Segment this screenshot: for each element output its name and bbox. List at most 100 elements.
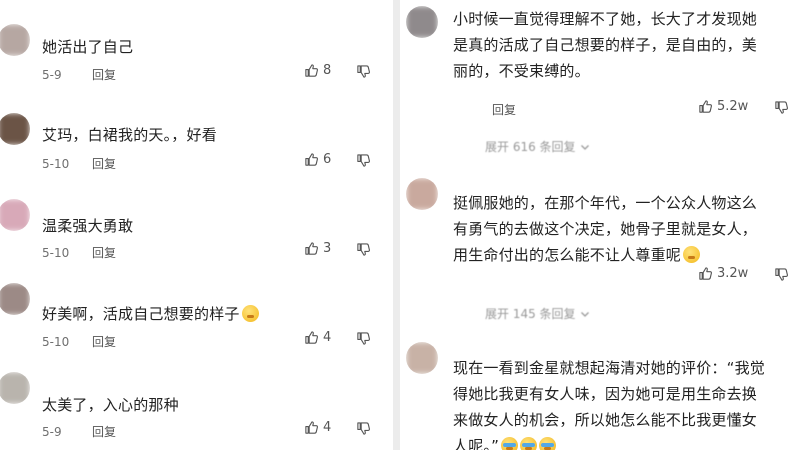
comment-meta: 5-9 回复: [42, 66, 116, 83]
reply-button[interactable]: 回复: [92, 155, 116, 172]
comment-meta: 5-10 回复: [42, 155, 116, 172]
thumbs-down-icon: [357, 154, 371, 167]
comment-line: 来做女人的机会，所以她怎么能不比我更懂女: [453, 411, 758, 429]
thumbs-down-icon: [357, 243, 371, 256]
emoji-icon: [501, 437, 519, 450]
thumbs-down-icon: [357, 332, 371, 345]
thumbs-down-icon: [775, 101, 789, 114]
reply-button[interactable]: 回复: [92, 423, 116, 440]
comment-meta: 回复: [492, 101, 516, 118]
like-count: 4: [323, 420, 332, 435]
reply-button[interactable]: 回复: [92, 66, 116, 83]
reply-button[interactable]: 回复: [92, 244, 116, 261]
dislike-button[interactable]: [356, 421, 371, 436]
comment-text: 现在一看到金星就想起海清对她的评价：“我觉 得她比我更有女人味，因为她可是用生命…: [453, 355, 765, 450]
reply-button[interactable]: 回复: [92, 333, 116, 350]
comment-text: 挺佩服她的，在那个年代，一个公众人物这么 有勇气的去做这个决定，她骨子里就是女人…: [453, 190, 757, 268]
avatar[interactable]: [0, 372, 30, 404]
dislike-button[interactable]: [356, 242, 371, 257]
avatar-image: [406, 178, 438, 210]
dislike-button[interactable]: [356, 153, 371, 168]
avatar-image: [0, 372, 30, 404]
like-button[interactable]: 4: [304, 330, 331, 345]
avatar[interactable]: [406, 178, 438, 210]
comment-date: 5-9: [42, 67, 62, 82]
like-button[interactable]: 3.2w: [698, 266, 748, 281]
emoji-icon: [683, 246, 701, 263]
comment-text: 艾玛，白裙我的天。，好看: [42, 126, 217, 144]
comment-line: 现在一看到金星就想起海清对她的评价：“我觉: [453, 359, 765, 377]
expand-replies-label: 展开 616 条回复: [485, 140, 576, 154]
comment-line-text: 人呢。”: [453, 437, 500, 450]
comment-panel-right: 小时候一直觉得理解不了她，长大了才发现她 是真的活成了自己想要的样子，是自由的，…: [400, 0, 800, 450]
comment-date: 5-9: [42, 424, 62, 439]
comment-line: 是真的活成了自己想要的样子，是自由的，美: [453, 36, 758, 54]
like-button[interactable]: 6: [304, 152, 331, 167]
comment-line: 有勇气的去做这个决定，她骨子里就是女人，: [453, 220, 758, 238]
dislike-button[interactable]: [356, 331, 371, 346]
thumbs-up-icon: [699, 267, 713, 280]
avatar[interactable]: [406, 342, 438, 374]
thumbs-down-icon: [357, 65, 371, 78]
like-button[interactable]: 8: [304, 63, 331, 78]
comment-panel-left: 她活出了自己 5-9 回复 8 艾玛，白裙我的天。，好看 5-10 回复 6 温…: [0, 0, 393, 450]
expand-replies-button[interactable]: 展开 616 条回复: [485, 138, 590, 155]
like-count: 3: [323, 241, 332, 256]
comment-text: 小时候一直觉得理解不了她，长大了才发现她 是真的活成了自己想要的样子，是自由的，…: [453, 6, 757, 84]
emoji-icon: [539, 437, 557, 450]
comment-meta: 5-10 回复: [42, 244, 116, 261]
avatar-image: [0, 24, 30, 56]
avatar[interactable]: [0, 283, 30, 315]
avatar[interactable]: [406, 6, 438, 38]
chevron-down-icon: [580, 311, 589, 317]
panel-divider: [393, 0, 400, 450]
avatar[interactable]: [0, 113, 30, 145]
expand-replies-label: 展开 145 条回复: [485, 307, 576, 321]
like-count: 8: [323, 63, 332, 78]
chevron-down-icon: [580, 144, 589, 150]
dislike-button[interactable]: [774, 100, 789, 115]
comment-line: 丽的，不受束缚的。: [453, 62, 590, 80]
thumbs-down-icon: [775, 268, 789, 281]
thumbs-up-icon: [305, 64, 319, 77]
comment-line: 小时候一直觉得理解不了她，长大了才发现她: [453, 10, 758, 28]
like-button[interactable]: 3: [304, 241, 331, 256]
expand-replies-button[interactable]: 展开 145 条回复: [485, 305, 590, 322]
reply-button[interactable]: 回复: [492, 101, 516, 118]
thumbs-up-icon: [305, 153, 319, 166]
dislike-button[interactable]: [356, 64, 371, 79]
like-count: 5.2w: [717, 99, 749, 114]
like-button[interactable]: 5.2w: [698, 99, 748, 114]
like-count: 4: [323, 330, 332, 345]
comment-line: 用生命付出的怎么能不让人尊重呢: [453, 242, 757, 268]
avatar-image: [406, 6, 438, 38]
comment-line: 挺佩服她的，在那个年代，一个公众人物这么: [453, 194, 758, 212]
comment-meta: 5-9 回复: [42, 423, 116, 440]
comment-line: 得她比我更有女人味，因为她可是用生命去换: [453, 385, 758, 403]
comment-text: 好美啊，活成自己想要的样子: [42, 301, 259, 327]
thumbs-up-icon: [305, 331, 319, 344]
comment-text-content: 好美啊，活成自己想要的样子: [42, 305, 240, 323]
comment-text: 她活出了自己: [42, 38, 134, 56]
thumbs-up-icon: [305, 242, 319, 255]
comment-text: 温柔强大勇敢: [42, 217, 134, 235]
thumbs-up-icon: [305, 421, 319, 434]
avatar-image: [0, 283, 30, 315]
avatar-image: [0, 199, 30, 231]
comment-date: 5-10: [42, 334, 70, 349]
emoji-icon: [520, 437, 538, 450]
comment-text: 太美了，入心的那种: [42, 396, 179, 414]
like-button[interactable]: 4: [304, 420, 331, 435]
comment-meta: 5-10 回复: [42, 333, 116, 350]
avatar[interactable]: [0, 199, 30, 231]
avatar-image: [406, 342, 438, 374]
like-count: 6: [323, 152, 332, 167]
comment-date: 5-10: [42, 156, 70, 171]
thumbs-up-icon: [699, 100, 713, 113]
emoji-icon: [241, 305, 259, 322]
avatar[interactable]: [0, 24, 30, 56]
dislike-button[interactable]: [774, 267, 789, 282]
avatar-image: [0, 113, 30, 145]
comment-line: 人呢。”: [453, 433, 765, 450]
like-count: 3.2w: [717, 266, 749, 281]
